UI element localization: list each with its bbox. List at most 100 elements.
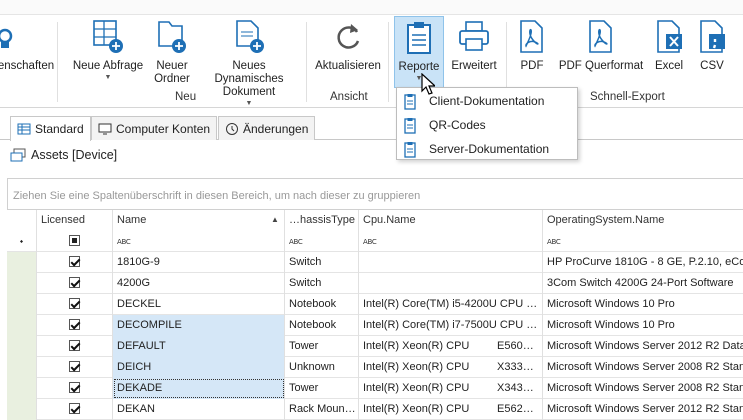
assets-type: [Device]	[72, 148, 118, 162]
erweitert-label: Erweitert	[451, 60, 497, 72]
name-cell: DEICH	[113, 357, 285, 378]
table-row[interactable]: DEICH Unknown Intel(R) Xeon(R) CPU X333… …	[7, 357, 743, 378]
pdf-querformat-label: PDF Querformat	[558, 60, 644, 72]
neues-dynamisches-dokument-button[interactable]: Neues Dynamisches Dokument ▼	[199, 18, 299, 108]
name-cell: DECOMPILE	[113, 315, 285, 336]
pdf-button[interactable]: PDF	[514, 18, 550, 73]
menu-item-server-dokumentation[interactable]: Server-Dokumentation	[397, 137, 577, 161]
csv-icon	[700, 20, 725, 53]
menu-item-label: QR-Codes	[429, 118, 486, 132]
column-header-os[interactable]: OperatingSystem.Name	[543, 210, 743, 231]
pdf-querformat-button[interactable]: PDF Querformat	[556, 18, 646, 73]
menu-item-qr-codes[interactable]: QR-Codes	[397, 113, 577, 137]
table-row[interactable]: DECOMPILE Notebook Intel(R) Core(TM) i7-…	[7, 315, 743, 336]
clipboard-icon	[407, 22, 431, 54]
row-indicator	[7, 294, 37, 315]
group-label-neu: Neu	[175, 91, 197, 103]
licensed-cell[interactable]	[37, 273, 113, 294]
row-indicator	[7, 336, 37, 357]
filter-os[interactable]: ABC	[543, 231, 743, 252]
licensed-checkbox[interactable]	[69, 361, 80, 372]
column-header-name[interactable]: Name ▲	[113, 210, 285, 231]
column-header-cpu[interactable]: Cpu.Name	[359, 210, 543, 231]
os-cell: Microsoft Windows Server 2008 R2 Stand	[547, 361, 743, 373]
cpu-cell: Intel(R) Core(TM) i5-4200U CPU …	[359, 294, 543, 315]
licensed-checkbox[interactable]	[69, 340, 80, 351]
row-indicator	[7, 273, 37, 294]
chassis-cell: Tower	[285, 378, 359, 399]
filter-chassis[interactable]: ABC	[285, 231, 359, 252]
table-row[interactable]: 1810G-9 Switch HP ProCurve 1810G - 8 GE,…	[7, 252, 743, 273]
csv-label: CSV	[700, 60, 724, 72]
name-cell-focused[interactable]: DEKADE	[113, 378, 285, 399]
licensed-cell[interactable]	[37, 252, 113, 273]
excel-button[interactable]: Excel	[650, 18, 688, 73]
table-row[interactable]: DEKADE Tower Intel(R) Xeon(R) CPU X343… M…	[7, 378, 743, 399]
group-label-schnell-export: Schnell-Export	[590, 91, 665, 103]
aktualisieren-label: Aktualisieren	[315, 60, 381, 72]
licensed-checkbox[interactable]	[69, 256, 80, 267]
csv-button[interactable]: CSV	[694, 18, 730, 73]
group-by-panel[interactable]: Ziehen Sie eine Spaltenüberschrift in di…	[7, 178, 743, 210]
licensed-cell[interactable]	[37, 294, 113, 315]
filter-name[interactable]: ABC	[113, 231, 285, 252]
ribbon: enschaften Neue Abfrage ▼ Neuer Ordner N…	[0, 0, 743, 108]
tab-computer-konten[interactable]: Computer Konten	[91, 116, 218, 140]
chevron-down-icon: ▼	[104, 74, 112, 81]
chassis-cell: Unknown	[285, 357, 359, 378]
licensed-checkbox[interactable]	[69, 298, 80, 309]
neues-dynamisches-dokument-label: Neues Dynamisches Dokument	[214, 60, 284, 98]
reporte-button[interactable]: Reporte ▼	[394, 16, 444, 88]
licensed-checkbox[interactable]	[69, 403, 80, 414]
tab-standard[interactable]: Standard	[10, 116, 91, 141]
chassis-cell: Tower	[285, 336, 359, 357]
chassis-cell: Rack Moun…	[285, 399, 359, 420]
column-header-licensed[interactable]: Licensed	[37, 210, 113, 231]
column-header-chassis[interactable]: …hassisType	[285, 210, 359, 231]
licensed-cell[interactable]	[37, 315, 113, 336]
menu-item-label: Server-Dokumentation	[429, 142, 550, 156]
licensed-cell[interactable]	[37, 399, 113, 420]
mouse-cursor-icon	[421, 73, 435, 95]
cpu-model: E560…	[497, 340, 534, 352]
erweitert-button[interactable]: Erweitert	[448, 18, 500, 73]
filter-licensed[interactable]	[37, 231, 113, 252]
table-row[interactable]: DECKEL Notebook Intel(R) Core(TM) i5-420…	[7, 294, 743, 315]
table-row[interactable]: 4200G Switch 3Com Switch 4200G 24-Port S…	[7, 273, 743, 294]
licensed-cell[interactable]	[37, 378, 113, 399]
neuer-ordner-button[interactable]: Neuer Ordner	[150, 18, 194, 86]
filter-checkbox[interactable]	[69, 235, 80, 246]
tab-aenderungen[interactable]: Änderungen	[218, 116, 316, 140]
filter-cpu[interactable]: ABC	[359, 231, 543, 252]
pdf-label: PDF	[520, 60, 544, 72]
table-row[interactable]: DEKAN Rack Moun… Intel(R) Xeon(R) CPU E56…	[7, 399, 743, 420]
clipboard-icon	[404, 141, 416, 158]
computer-icon	[98, 123, 112, 134]
cpu-name: Intel(R) Xeon(R) CPU	[363, 382, 470, 394]
properties-icon	[0, 28, 13, 48]
chassis-cell: Notebook	[285, 294, 359, 315]
licensed-checkbox[interactable]	[69, 319, 80, 330]
aktualisieren-button[interactable]: Aktualisieren	[313, 18, 383, 73]
licensed-checkbox[interactable]	[69, 382, 80, 393]
printer-icon	[459, 21, 489, 51]
licensed-cell[interactable]	[37, 357, 113, 378]
cpu-name: Intel(R) Xeon(R) CPU	[363, 361, 470, 373]
pdf-icon	[520, 20, 543, 53]
tab-standard-label: Standard	[35, 122, 84, 136]
row-indicator	[7, 315, 37, 336]
text-filter-icon: ABC	[363, 238, 377, 246]
os-cell: Microsoft Windows Server 2012 R2 Datac	[547, 340, 743, 352]
eigenschaften-button[interactable]: enschaften	[0, 18, 54, 73]
licensed-cell[interactable]	[37, 336, 113, 357]
table-row[interactable]: DEFAULT Tower Intel(R) Xeon(R) CPU E560… …	[7, 336, 743, 357]
neue-abfrage-button[interactable]: Neue Abfrage ▼	[70, 18, 146, 82]
sort-ascending-icon: ▲	[271, 215, 279, 224]
cpu-model: X333…	[497, 361, 534, 373]
assets-icon	[10, 148, 26, 162]
tab-aenderungen-label: Änderungen	[243, 121, 309, 136]
chassis-cell: Switch	[285, 273, 359, 294]
licensed-checkbox[interactable]	[69, 277, 80, 288]
excel-label: Excel	[654, 60, 684, 72]
grid-icon	[17, 123, 31, 135]
